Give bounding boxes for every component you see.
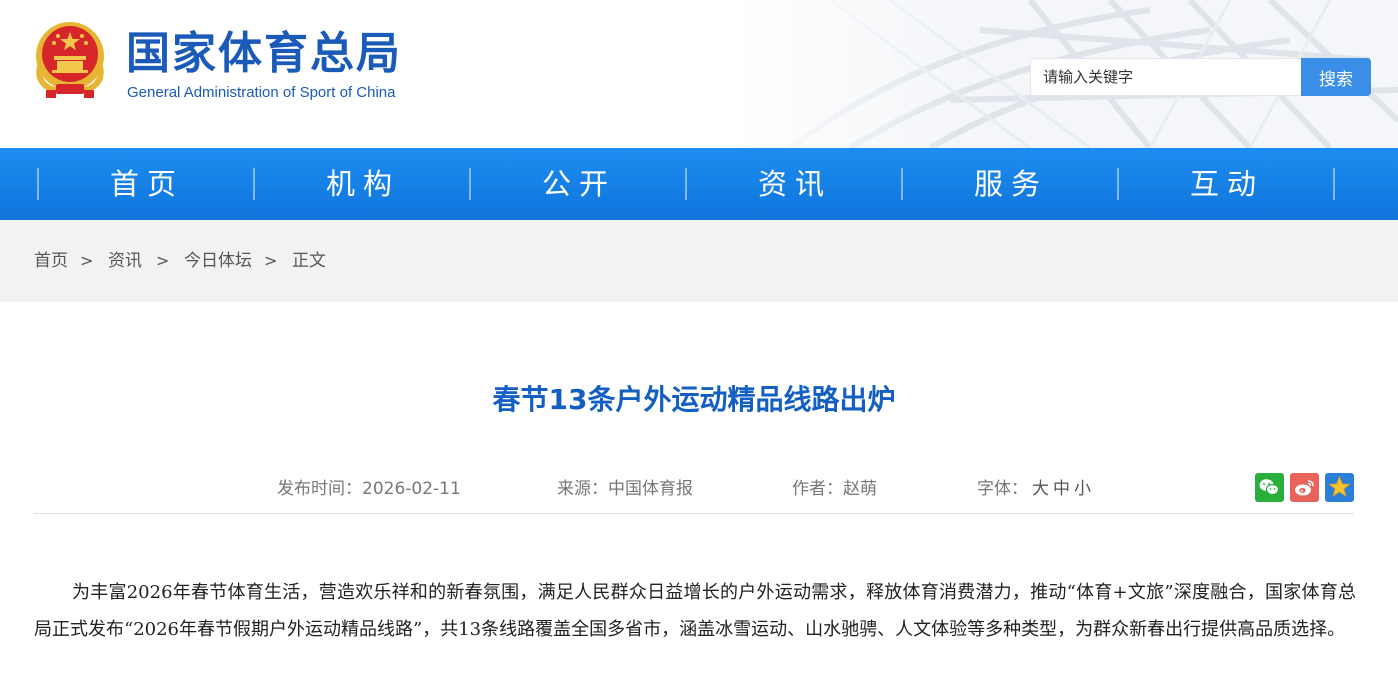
nav-item-news[interactable]: 资讯 [687, 148, 903, 220]
breadcrumb-today-sports-link[interactable]: 今日体坛 [184, 250, 252, 272]
font-size-switcher: 字体：大中小 [977, 478, 1091, 500]
author-value: 赵萌 [843, 479, 877, 499]
nav-item-interaction[interactable]: 互动 [1119, 148, 1335, 220]
font-size-medium[interactable]: 中 [1053, 479, 1070, 499]
search-button[interactable]: 搜索 [1301, 58, 1371, 96]
nav-item-public[interactable]: 公开 [471, 148, 687, 220]
font-size-large[interactable]: 大 [1032, 479, 1049, 499]
source-label: 来源： [557, 479, 608, 499]
nav-separator [1333, 168, 1335, 200]
article-body-paragraph: 为丰富2026年春节体育生活，营造欢乐祥和的新春氛围，满足人民群众日益增长的户外… [34, 582, 1356, 640]
breadcrumb-current: 正文 [292, 251, 326, 271]
article-source: 来源：中国体育报 [557, 478, 693, 500]
wechat-share-icon[interactable] [1255, 473, 1284, 502]
publish-date-label: 发布时间： [277, 479, 362, 499]
main-nav: 首页 机构 公开 资讯 服务 互动 [0, 148, 1398, 220]
breadcrumb-home-link[interactable]: 首页 [34, 250, 68, 272]
font-size-small[interactable]: 小 [1074, 479, 1091, 499]
author-label: 作者： [792, 479, 843, 499]
search-input[interactable] [1030, 58, 1302, 96]
site-header: 国家体育总局 General Administration of Sport o… [0, 0, 1398, 148]
article-author: 作者：赵萌 [792, 478, 877, 500]
nav-item-organization[interactable]: 机构 [255, 148, 471, 220]
nav-item-services[interactable]: 服务 [903, 148, 1119, 220]
breadcrumb-separator: > [80, 251, 94, 270]
site-title-english[interactable]: General Administration of Sport of China [127, 83, 395, 103]
breadcrumb-separator: > [156, 251, 170, 270]
breadcrumb-news-link[interactable]: 资讯 [108, 250, 142, 272]
publish-date-value: 2026-02-11 [362, 479, 461, 499]
favorite-star-icon[interactable] [1325, 473, 1354, 502]
site-title-chinese[interactable]: 国家体育总局 [126, 26, 402, 82]
national-emblem-logo [36, 22, 104, 98]
source-value: 中国体育报 [608, 479, 693, 499]
publish-date: 发布时间：2026-02-11 [277, 478, 461, 500]
weibo-share-icon[interactable] [1290, 473, 1319, 502]
article-title: 春节13条户外运动精品线路出炉 [492, 383, 896, 416]
breadcrumb: 首页 > 资讯 > 今日体坛 > 正文 [0, 220, 1398, 302]
meta-divider [34, 513, 1354, 514]
font-size-label: 字体： [977, 479, 1028, 499]
breadcrumb-separator: > [264, 251, 278, 270]
nav-item-home[interactable]: 首页 [39, 148, 255, 220]
